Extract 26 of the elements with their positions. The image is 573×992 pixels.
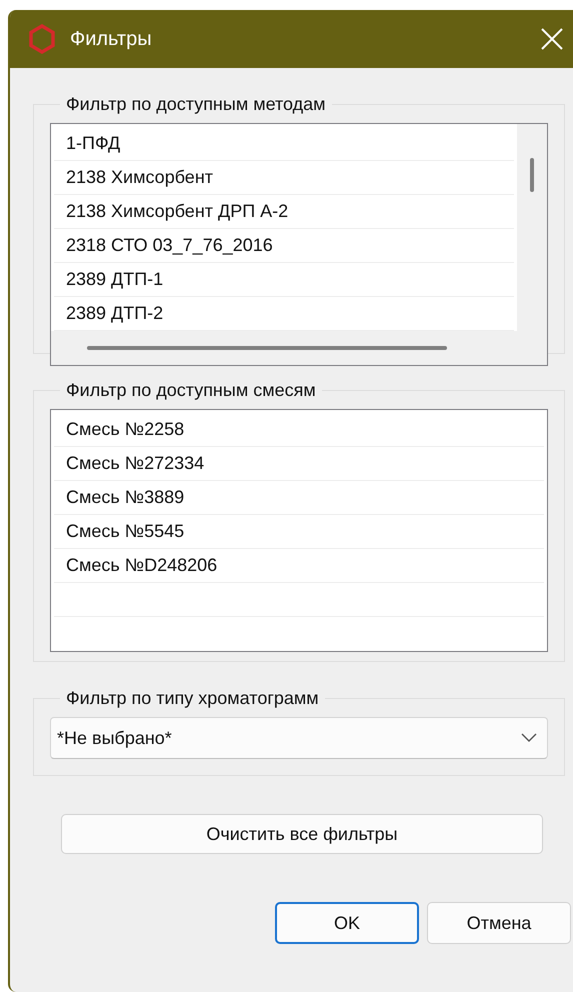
method-item[interactable]: 2138 Химсорбент (54, 161, 514, 195)
scrollbar-thumb[interactable] (530, 158, 534, 192)
group-label: Фильтр по доступным методам (65, 94, 327, 115)
close-icon[interactable] (541, 28, 563, 50)
mixture-item[interactable]: Смесь №5545 (54, 515, 544, 549)
mixtures-list[interactable]: Смесь №2258 Смесь №272334 Смесь №3889 Смесь №5545 Смесь №D248206 (50, 409, 548, 652)
method-item[interactable]: 2318 СТО 03_7_76_2016 (54, 229, 514, 263)
clear-filters-button[interactable]: Очистить все фильтры (61, 814, 543, 854)
method-item[interactable]: 2138 Химсорбент ДРП А-2 (54, 195, 514, 229)
group-label: Фильтр по типу хроматограмм (65, 688, 320, 709)
scrollbar-thumb[interactable] (87, 346, 447, 350)
cancel-button[interactable]: Отмена (427, 902, 571, 944)
chevron-down-icon (521, 733, 537, 743)
mixture-item[interactable]: Смесь №2258 (54, 413, 544, 447)
chromatogram-dropdown[interactable]: *Не выбрано* (50, 717, 548, 759)
ok-button[interactable]: OK (275, 902, 419, 944)
mixture-item[interactable]: Смесь №D248206 (54, 549, 544, 583)
methods-list[interactable]: 1-ПФД 2138 Химсорбент 2138 Химсорбент ДРП А-2 2318 СТО 03_7_76_2016 2389 ДТП-1 2389 ДТП-2 (50, 123, 548, 366)
group-label: Фильтр по доступным смесям (65, 380, 317, 401)
mixture-item[interactable]: Смесь №272334 (54, 447, 544, 481)
method-item[interactable]: 2389 ДТП-2 (54, 297, 514, 331)
mixture-item[interactable]: Смесь №3889 (54, 481, 544, 515)
method-item[interactable]: 1-ПФД (54, 127, 514, 161)
hexagon-icon (28, 24, 56, 54)
method-item[interactable]: 2389 ДТП-1 (54, 263, 514, 297)
window-title: Фильтры (70, 28, 152, 50)
